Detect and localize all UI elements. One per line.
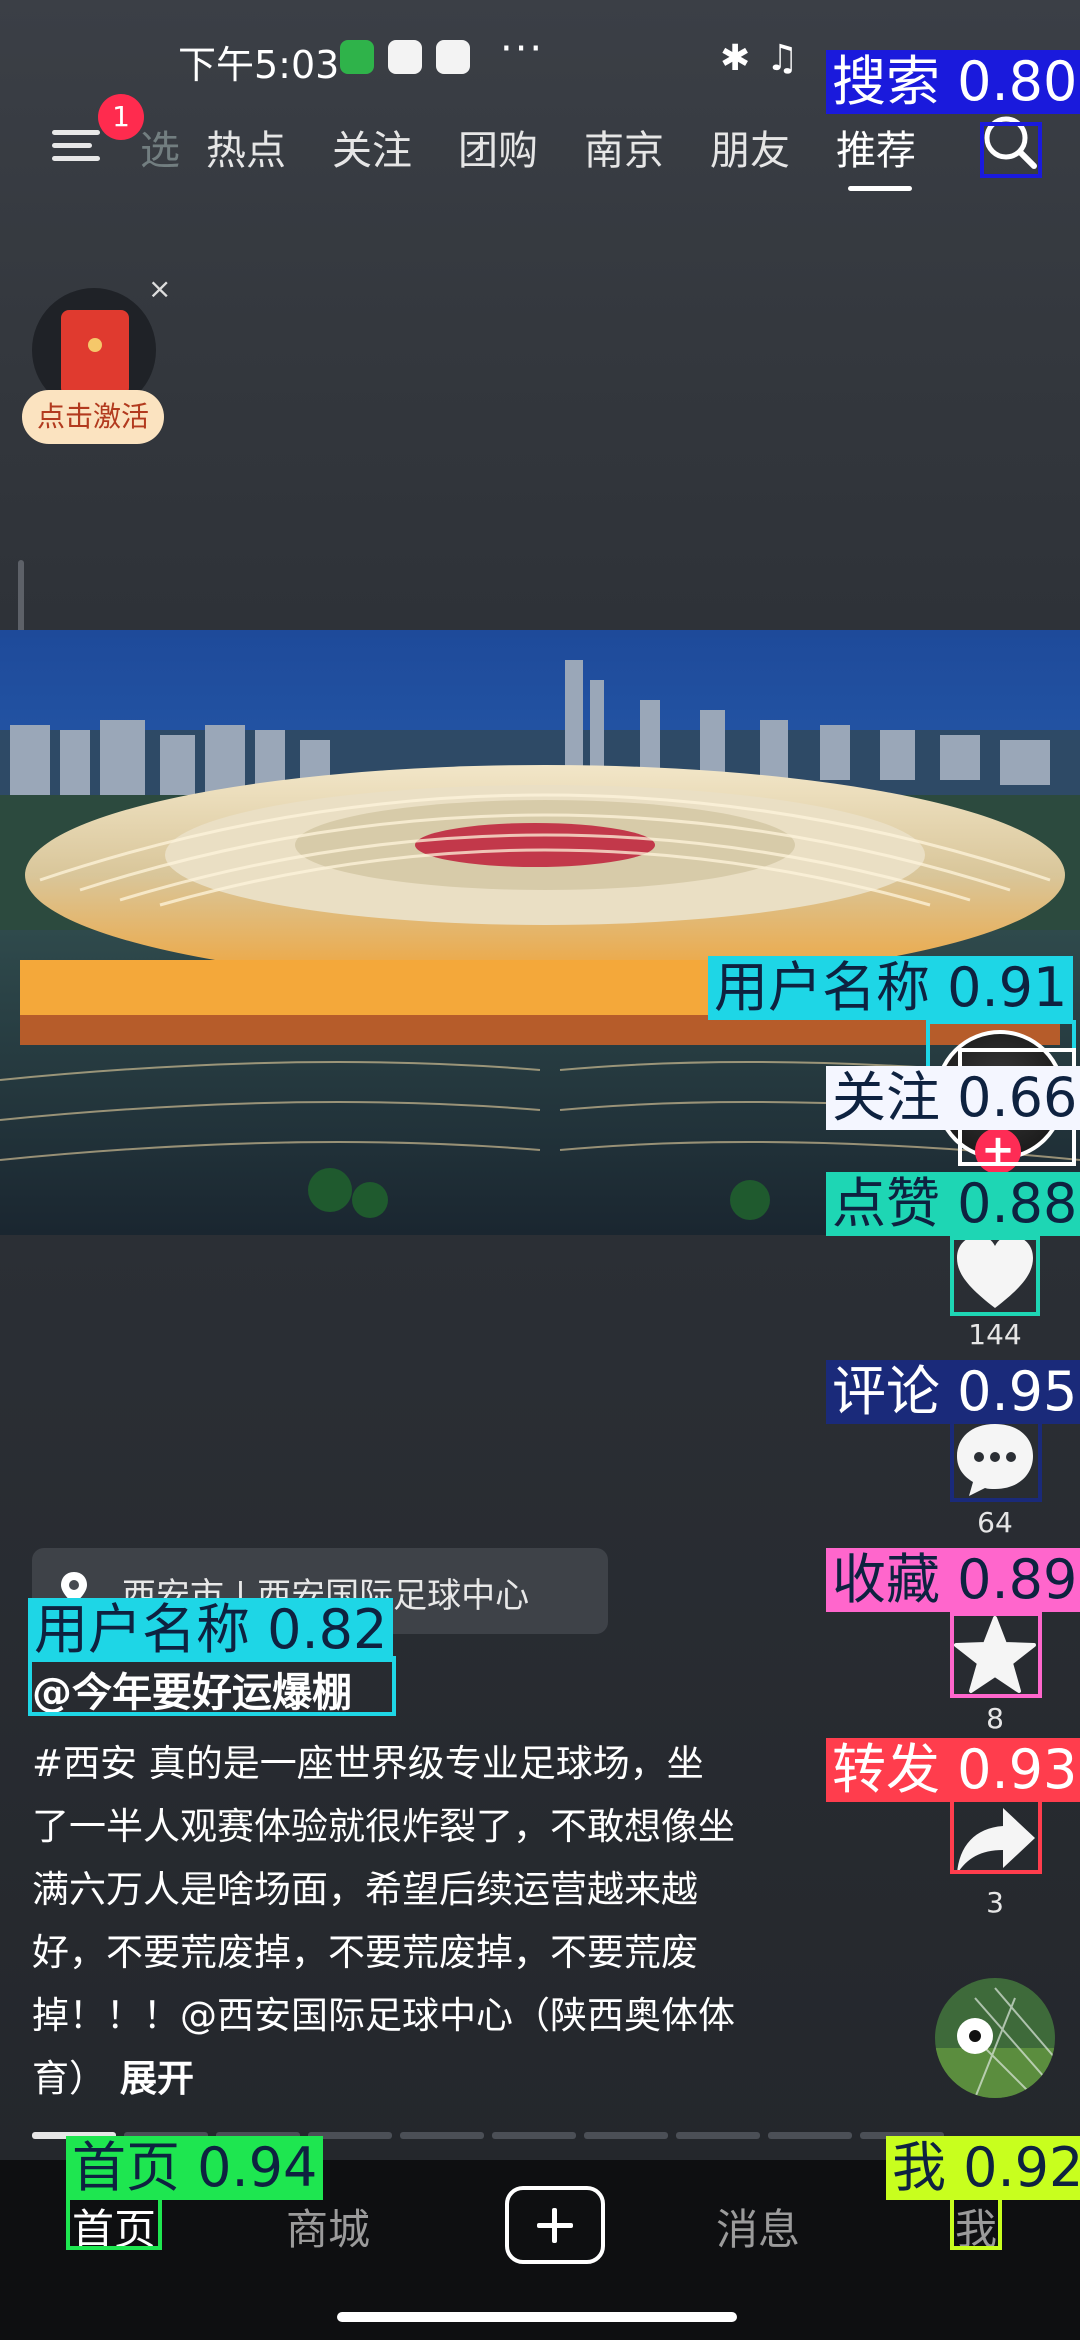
- detection-label-like: 点赞 0.88: [826, 1172, 1080, 1236]
- description-line: 了一半人观赛体验就很炸裂了，不敢想像坐: [32, 1805, 735, 1848]
- detection-box-home: [66, 2196, 162, 2250]
- detection-label-comment: 评论 0.95: [826, 1360, 1080, 1424]
- status-more-icon: ···: [500, 26, 545, 72]
- mute-bell-icon: ♫: [766, 38, 799, 79]
- detection-box-like: [950, 1236, 1040, 1316]
- progress-segment: [676, 2132, 760, 2139]
- description-line: 育）: [32, 2057, 106, 2100]
- detection-label-share: 转发 0.93: [826, 1738, 1080, 1802]
- notification-badge: 1: [98, 94, 144, 140]
- nav-messages[interactable]: 消息: [716, 2196, 800, 2257]
- video-frame-stadium[interactable]: [0, 630, 1080, 1235]
- progress-segment: [400, 2132, 484, 2139]
- description-line: #西安 真的是一座世界级专业足球场，坐: [32, 1742, 704, 1785]
- expand-button[interactable]: 展开: [120, 2057, 194, 2100]
- video-description: #西安 真的是一座世界级专业足球场，坐 了一半人观赛体验就很炸裂了，不敢想像坐 …: [32, 1732, 832, 2110]
- progress-segment: [768, 2132, 852, 2139]
- tab-recommended[interactable]: 推荐: [836, 118, 916, 176]
- tab-hot[interactable]: 热点: [206, 118, 286, 176]
- favorite-count: 8: [986, 1702, 1004, 1735]
- tab-following[interactable]: 关注: [332, 118, 412, 176]
- description-line: 好，不要荒废掉，不要荒废掉，不要荒废: [32, 1931, 698, 1974]
- home-indicator: [337, 2312, 737, 2322]
- tab-friends[interactable]: 朋友: [710, 118, 790, 176]
- detection-label-me: 我 0.92: [886, 2136, 1080, 2200]
- detection-box-search: [980, 122, 1042, 178]
- detection-box-comment: [950, 1420, 1042, 1502]
- detection-box-me: [950, 2196, 1002, 2250]
- tab-featured[interactable]: 选: [140, 118, 180, 176]
- progress-segment: [584, 2132, 668, 2139]
- detection-label-username-left: 用户名称 0.82: [28, 1598, 394, 1662]
- wechat-app-icon: [340, 40, 374, 74]
- detection-box-favorite: [950, 1612, 1042, 1698]
- tab-nanjing[interactable]: 南京: [584, 118, 664, 176]
- description-line: 掉！！！@西安国际足球中心（陕西奥体体: [32, 1994, 735, 2037]
- status-time: 下午5:03: [178, 43, 340, 87]
- app-58-icon: [388, 40, 422, 74]
- active-tab-indicator: [848, 186, 912, 191]
- detection-label-username-right: 用户名称 0.91: [708, 956, 1074, 1020]
- share-count: 3: [986, 1886, 1004, 1919]
- red-packet-activate-label[interactable]: 点击激活: [22, 390, 164, 444]
- detection-label-follow: 关注 0.66: [826, 1066, 1080, 1130]
- menu-icon[interactable]: [52, 122, 104, 166]
- comment-count: 64: [977, 1506, 1013, 1539]
- red-envelope-icon: [61, 310, 129, 396]
- progress-segment: [492, 2132, 576, 2139]
- nav-mall[interactable]: 商城: [286, 2196, 370, 2257]
- app-cloud-icon: [436, 40, 470, 74]
- detection-box-username-left: [28, 1656, 396, 1716]
- description-line: 满六万人是啥场面，希望后续运营越来越: [32, 1868, 698, 1911]
- create-post-button[interactable]: [505, 2186, 605, 2264]
- red-packet-widget[interactable]: 点击激活: [22, 288, 164, 448]
- bluetooth-icon: ✱: [720, 38, 751, 79]
- tab-group-buy[interactable]: 团购: [458, 118, 538, 176]
- like-count: 144: [968, 1318, 1022, 1351]
- detection-label-search: 搜索 0.80: [826, 50, 1080, 114]
- detection-box-share: [950, 1798, 1042, 1874]
- music-disc-icon[interactable]: [935, 1978, 1055, 2098]
- close-icon[interactable]: ×: [148, 272, 171, 305]
- detection-label-favorite: 收藏 0.89: [826, 1548, 1080, 1612]
- detection-label-home: 首页 0.94: [66, 2136, 324, 2200]
